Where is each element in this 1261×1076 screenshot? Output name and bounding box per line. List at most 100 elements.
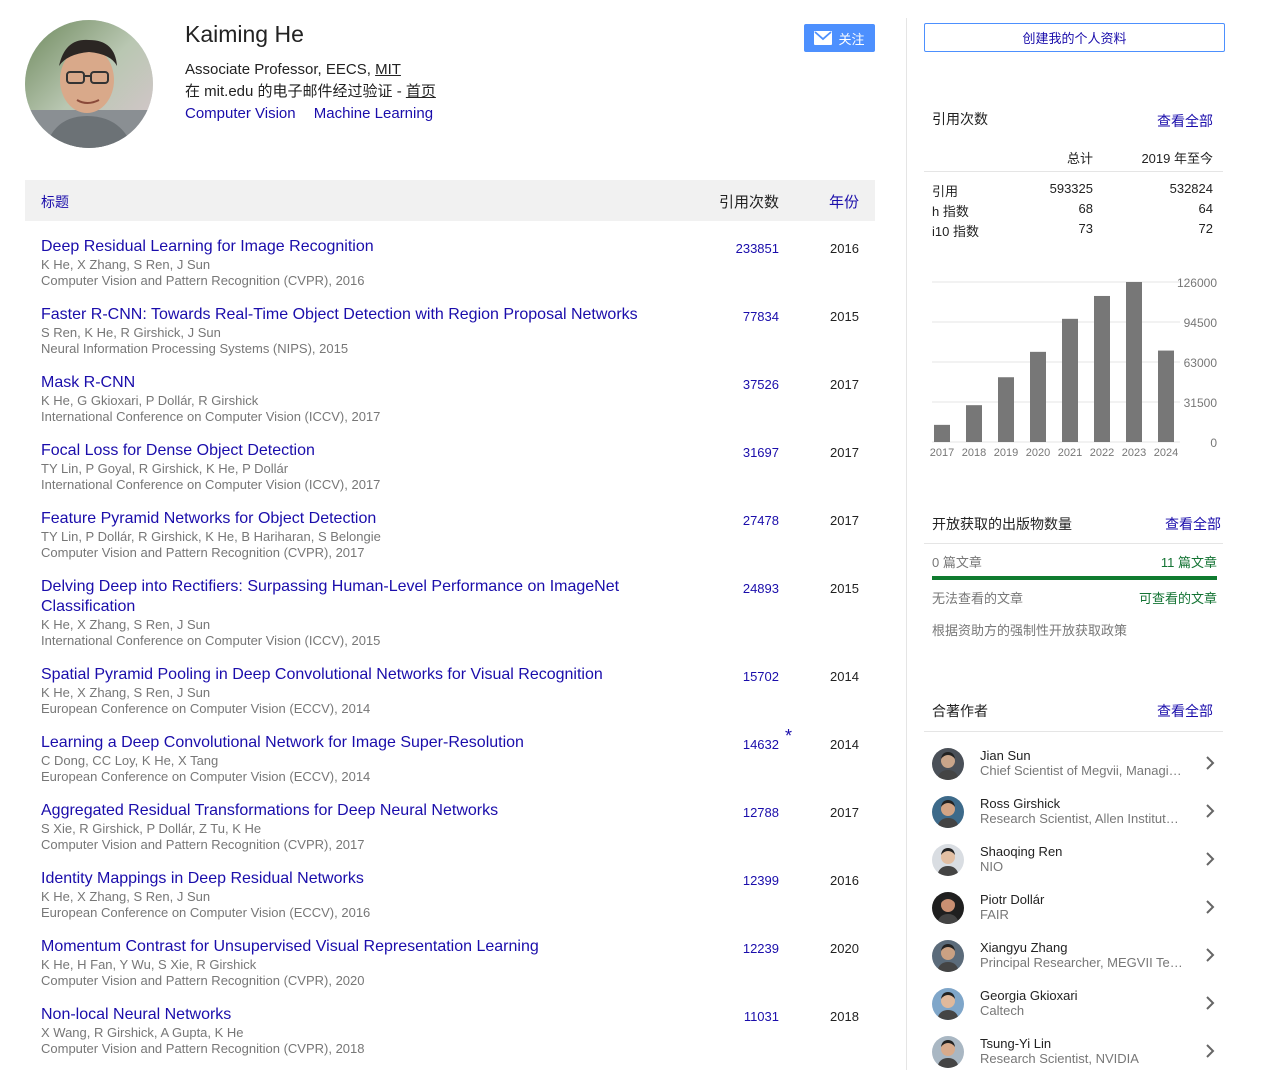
- cites-column-header[interactable]: 引用次数: [719, 191, 779, 212]
- sort-by-title[interactable]: 标题: [41, 192, 69, 212]
- publication-title-link[interactable]: Mask R-CNN: [41, 373, 641, 393]
- publication-title-link[interactable]: Learning a Deep Convolutional Network fo…: [41, 733, 641, 753]
- publication-cites-link[interactable]: 77834: [725, 309, 779, 324]
- chart-bar[interactable]: [1062, 318, 1078, 442]
- publication-title-link[interactable]: Faster R-CNN: Towards Real-Time Object D…: [41, 305, 641, 325]
- cited-by-title: 引用次数: [932, 111, 988, 127]
- chart-x-tick-label: 2022: [1090, 447, 1114, 459]
- publication-title-link[interactable]: Feature Pyramid Networks for Object Dete…: [41, 509, 641, 529]
- publication-row: Deep Residual Learning for Image Recogni…: [25, 221, 875, 289]
- publication-cites-link[interactable]: 14632: [725, 737, 779, 752]
- publication-cites-link[interactable]: 233851: [725, 241, 779, 256]
- chart-bar[interactable]: [998, 377, 1014, 442]
- publication-cites-link[interactable]: 27478: [725, 513, 779, 528]
- publication-year: 2014: [830, 737, 859, 752]
- interest-link[interactable]: Computer Vision: [185, 105, 296, 122]
- coauthor-avatar: [932, 988, 964, 1020]
- publication-title-link[interactable]: Momentum Contrast for Unsupervised Visua…: [41, 937, 641, 957]
- follow-button[interactable]: 关注: [804, 24, 875, 52]
- publication-title-link[interactable]: Non-local Neural Networks: [41, 1005, 641, 1025]
- coauthor-affiliation: NIO: [980, 859, 1004, 874]
- coauthor-avatar: [932, 748, 964, 780]
- publication-cites-link[interactable]: 12788: [725, 805, 779, 820]
- publication-title-link[interactable]: Identity Mappings in Deep Residual Netwo…: [41, 869, 641, 889]
- publication-year: 2017: [830, 377, 859, 392]
- publication-title-link[interactable]: Delving Deep into Rectifiers: Surpassing…: [41, 577, 641, 617]
- publication-year: 2020: [830, 941, 859, 956]
- chart-bar[interactable]: [966, 405, 982, 442]
- chart-x-tick-label: 2023: [1122, 447, 1146, 459]
- publication-cites-link[interactable]: 15702: [725, 669, 779, 684]
- stat-since: 72: [1198, 221, 1213, 236]
- coauthor-item[interactable]: Tsung-Yi Lin Research Scientist, NVIDIA: [924, 1028, 1223, 1076]
- coauthor-name: Piotr Dollár: [980, 892, 1045, 907]
- chevron-right-icon: [1206, 948, 1215, 962]
- publication-title-link[interactable]: Deep Residual Learning for Image Recogni…: [41, 237, 641, 257]
- interest-link[interactable]: Machine Learning: [314, 105, 433, 122]
- publication-authors: K He, X Zhang, S Ren, J Sun: [41, 617, 211, 632]
- publication-title-link[interactable]: Spatial Pyramid Pooling in Deep Convolut…: [41, 665, 641, 685]
- divider: [924, 543, 1223, 544]
- coauthor-item[interactable]: Xiangyu Zhang Principal Researcher, MEGVI…: [924, 932, 1223, 980]
- publication-title-link[interactable]: Focal Loss for Dense Object Detection: [41, 441, 641, 461]
- coauthors-see-all[interactable]: 查看全部: [1157, 701, 1213, 721]
- chevron-right-icon: [1206, 756, 1215, 770]
- publication-cites-link[interactable]: 11031: [725, 1009, 779, 1024]
- stat-label: i10 指数: [932, 224, 979, 239]
- chart-x-tick-label: 2020: [1026, 447, 1050, 459]
- publication-authors: K He, G Gkioxari, P Dollár, R Girshick: [41, 393, 259, 408]
- coauthor-name: Jian Sun: [980, 748, 1031, 763]
- publication-title-link[interactable]: Aggregated Residual Transformations for …: [41, 801, 641, 821]
- publication-cites-link[interactable]: 37526: [725, 377, 779, 392]
- citation-stat-row: h 指数 68 64: [924, 201, 1223, 221]
- chart-y-tick-label: 31500: [1184, 396, 1218, 410]
- coauthor-item[interactable]: Shaoqing Ren NIO: [924, 836, 1223, 884]
- publication-venue: International Conference on Computer Vis…: [41, 477, 381, 492]
- open-access-see-all[interactable]: 查看全部: [1165, 514, 1221, 534]
- open-access-title: 开放获取的出版物数量: [932, 516, 1072, 532]
- publication-cites-link[interactable]: 12239: [725, 941, 779, 956]
- publication-cites-link[interactable]: 24893: [725, 581, 779, 596]
- publication-row: Spatial Pyramid Pooling in Deep Convolut…: [25, 649, 875, 717]
- publication-row: Delving Deep into Rectifiers: Surpassing…: [25, 561, 875, 649]
- publication-venue: European Conference on Computer Vision (…: [41, 769, 371, 784]
- homepage-link[interactable]: 首页: [406, 83, 436, 100]
- publication-venue: International Conference on Computer Vis…: [41, 633, 381, 648]
- coauthor-name: Tsung-Yi Lin: [980, 1036, 1052, 1051]
- institution-link[interactable]: MIT: [375, 61, 401, 78]
- coauthor-item[interactable]: Jian Sun Chief Scientist of Megvii, Manag…: [924, 740, 1223, 788]
- open-access-progress-bar: [932, 576, 1217, 580]
- citation-stats-table: 总计 2019 年至今 引用 593325 532824 h 指数 68 64 i10 指数…: [924, 140, 1223, 241]
- chart-bar[interactable]: [1094, 295, 1110, 442]
- merged-citation-star[interactable]: *: [785, 726, 792, 747]
- chart-bar[interactable]: [1030, 351, 1046, 442]
- unavailable-count: 0 篇文章: [932, 555, 982, 570]
- follow-label: 关注: [838, 31, 865, 47]
- cited-by-see-all[interactable]: 查看全部: [1157, 111, 1213, 131]
- chart-bar[interactable]: [934, 424, 950, 442]
- publication-row: Aggregated Residual Transformations for …: [25, 785, 875, 853]
- chart-y-tick-label: 94500: [1184, 316, 1218, 330]
- profile-affiliation: Associate Professor, EECS, MIT: [185, 61, 401, 78]
- publication-venue: Computer Vision and Pattern Recognition …: [41, 1041, 365, 1056]
- coauthor-item[interactable]: Piotr Dollár FAIR: [924, 884, 1223, 932]
- coauthor-item[interactable]: Ross Girshick Research Scientist, Allen I…: [924, 788, 1223, 836]
- chart-bar[interactable]: [1126, 282, 1142, 442]
- sort-by-year[interactable]: 年份: [829, 191, 859, 212]
- publication-cites-link[interactable]: 12399: [725, 873, 779, 888]
- publication-row: Non-local Neural Networks X Wang, R Girsh…: [25, 989, 875, 1057]
- coauthor-item[interactable]: Georgia Gkioxari Caltech: [924, 980, 1223, 1028]
- publication-cites-link[interactable]: 31697: [725, 445, 779, 460]
- chart-bar[interactable]: [1158, 350, 1174, 442]
- create-profile-button[interactable]: 创建我的个人资料: [924, 23, 1225, 52]
- chart-x-tick-label: 2021: [1058, 447, 1082, 459]
- chevron-right-icon: [1206, 804, 1215, 818]
- chevron-right-icon: [1206, 852, 1215, 866]
- stat-since: 64: [1198, 201, 1213, 216]
- chart-x-tick-label: 2024: [1154, 447, 1178, 459]
- coauthor-avatar: [932, 1036, 964, 1068]
- chart-y-tick-label: 0: [1210, 436, 1217, 450]
- chevron-right-icon: [1206, 1044, 1215, 1058]
- publication-row: Faster R-CNN: Towards Real-Time Object D…: [25, 289, 875, 357]
- profile-position: Associate Professor, EECS,: [185, 61, 376, 78]
